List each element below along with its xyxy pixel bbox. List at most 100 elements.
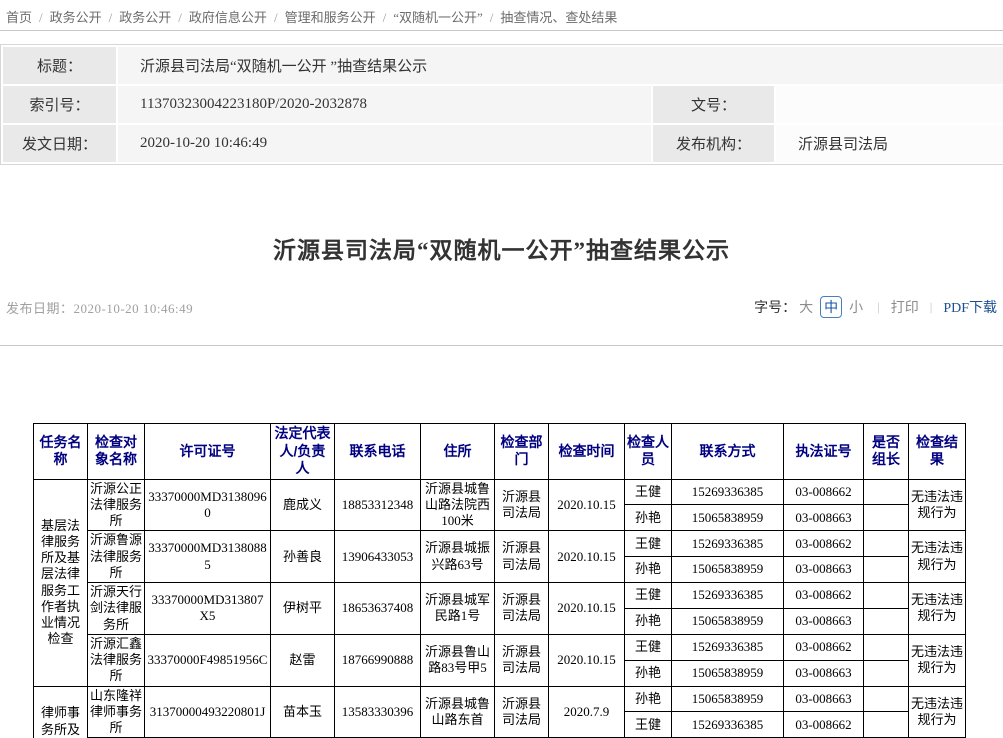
column-header: 检查结果 [909,424,966,480]
meta-index-value: 11370323004223180P/2020-2032878 [117,85,652,124]
breadcrumb-separator: / [383,10,387,25]
cell-license-number: 33370000MD313807X5 [145,583,271,635]
font-size-label: 字号： [754,297,796,317]
meta-date-value: 2020-10-20 10:46:49 [117,124,652,163]
font-size-small-button[interactable]: 小 [849,297,863,317]
meta-title-value: 沂源县司法局“双随机一公开 ”抽查结果公示 [117,46,1003,85]
breadcrumb-item[interactable]: 管理和服务公开 [285,10,376,25]
cell-inspector-cert: 03-008663 [784,557,864,583]
cell-inspector-contact: 15269336385 [672,712,784,738]
cell-is-leader [864,660,909,686]
cell-inspector-name: 孙艳 [625,660,672,686]
cell-inspector-contact: 15065838959 [672,686,784,712]
meta-docno-value [775,85,1003,124]
cell-inspector-name: 孙艳 [625,505,672,531]
cell-phone: 18853312348 [335,479,421,531]
cell-target-name: 沂源汇鑫法律服务所 [88,634,145,686]
cell-license-number: 31370000493220801J [145,686,271,738]
breadcrumb: 首页/政务公开/政务公开/政府信息公开/管理和服务公开/“双随机一公开”/抽查情… [0,0,1003,31]
cell-license-number: 33370000MD31380960 [145,479,271,531]
cell-is-leader [864,686,909,712]
breadcrumb-separator: / [274,10,278,25]
cell-inspector-contact: 15269336385 [672,479,784,505]
column-header: 任务名称 [34,424,88,480]
cell-department: 沂源县司法局 [495,686,549,738]
article-toolbar: 发布日期：2020-10-20 10:46:49 字号： 大 中 小 | 打印 … [0,296,1003,318]
cell-result: 无违法违规行为 [909,583,966,635]
header-row: 任务名称检查对象名称许可证号法定代表人/负责人联系电话住所检查部门检查时间检查人… [34,424,966,480]
font-size-large-button[interactable]: 大 [799,297,813,317]
cell-is-leader [864,479,909,505]
cell-target-name: 沂源鲁源法律服务所 [88,531,145,583]
cell-address: 沂源县城鲁山路东首 [421,686,495,738]
inspection-table-header: 任务名称检查对象名称许可证号法定代表人/负责人联系电话住所检查部门检查时间检查人… [34,424,966,480]
publish-date: 发布日期：2020-10-20 10:46:49 [6,298,193,317]
meta-index-label: 索引号： [2,85,117,124]
cell-inspection-date: 2020.10.15 [549,634,625,686]
column-header: 法定代表人/负责人 [271,424,335,480]
table-row: 基层法律服务所及基层法律服务工作者执业情况检查沂源公正法律服务所33370000… [34,479,966,505]
cell-legal-rep: 赵雷 [271,634,335,686]
section-divider [0,345,1003,346]
cell-legal-rep: 鹿成义 [271,479,335,531]
cell-is-leader [864,583,909,609]
document-meta-table: 标题： 沂源县司法局“双随机一公开 ”抽查结果公示 索引号： 113703230… [0,44,1003,165]
print-button[interactable]: 打印 [891,297,919,317]
cell-phone: 13906433053 [335,531,421,583]
publish-date-label: 发布日期： [6,301,74,316]
cell-inspector-cert: 03-008662 [784,479,864,505]
cell-phone: 18766990888 [335,634,421,686]
column-header: 检查时间 [549,424,625,480]
cell-inspector-contact: 15269336385 [672,634,784,660]
cell-is-leader [864,531,909,557]
cell-phone: 13583330396 [335,686,421,738]
cell-inspector-name: 王健 [625,583,672,609]
breadcrumb-item[interactable]: 首页 [6,10,32,25]
cell-address: 沂源县城振兴路63号 [421,531,495,583]
inspection-table-body: 基层法律服务所及基层法律服务工作者执业情况检查沂源公正法律服务所33370000… [34,479,966,738]
cell-result: 无违法违规行为 [909,686,966,738]
cell-legal-rep: 伊树平 [271,583,335,635]
meta-title-label: 标题： [2,46,117,85]
font-size-medium-button[interactable]: 中 [820,296,842,318]
breadcrumb-item[interactable]: “双随机一公开” [393,10,483,25]
cell-inspector-contact: 15065838959 [672,608,784,634]
cell-department: 沂源县司法局 [495,634,549,686]
cell-legal-rep: 孙善良 [271,531,335,583]
cell-department: 沂源县司法局 [495,583,549,635]
cell-department: 沂源县司法局 [495,531,549,583]
cell-inspector-contact: 15065838959 [672,557,784,583]
cell-inspector-cert: 03-008662 [784,634,864,660]
cell-is-leader [864,557,909,583]
cell-legal-rep: 苗本玉 [271,686,335,738]
cell-department: 沂源县司法局 [495,479,549,531]
inspection-table: 任务名称检查对象名称许可证号法定代表人/负责人联系电话住所检查部门检查时间检查人… [33,423,966,738]
cell-inspector-contact: 15269336385 [672,531,784,557]
cell-inspection-date: 2020.10.15 [549,531,625,583]
cell-inspector-name: 王健 [625,634,672,660]
column-header: 联系电话 [335,424,421,480]
cell-phone: 18653637408 [335,583,421,635]
cell-inspector-cert: 03-008663 [784,686,864,712]
cell-inspector-contact: 15269336385 [672,583,784,609]
column-header: 执法证号 [784,424,864,480]
cell-inspector-name: 王健 [625,712,672,738]
table-row: 律师事务所及律师执业情况检查山东隆祥律师事务所31370000493220801… [34,686,966,712]
cell-inspector-cert: 03-008663 [784,505,864,531]
cell-inspector-name: 孙艳 [625,608,672,634]
page-title: 沂源县司法局“双随机一公开”抽查结果公示 [0,231,1003,265]
breadcrumb-item[interactable]: 抽查情况、查处结果 [500,10,617,25]
table-row: 沂源鲁源法律服务所33370000MD31380885孙善良1390643305… [34,531,966,557]
breadcrumb-item[interactable]: 政务公开 [119,10,171,25]
cell-is-leader [864,712,909,738]
pdf-download-button[interactable]: PDF下载 [943,297,997,317]
cell-address: 沂源县鲁山路83号甲5 [421,634,495,686]
cell-inspector-cert: 03-008662 [784,531,864,557]
breadcrumb-item[interactable]: 政务公开 [50,10,102,25]
cell-inspection-date: 2020.10.15 [549,479,625,531]
breadcrumb-item[interactable]: 政府信息公开 [189,10,267,25]
cell-target-name: 沂源公正法律服务所 [88,479,145,531]
cell-inspector-cert: 03-008662 [784,712,864,738]
cell-result: 无违法违规行为 [909,634,966,686]
cell-license-number: 33370000F49851956C [145,634,271,686]
